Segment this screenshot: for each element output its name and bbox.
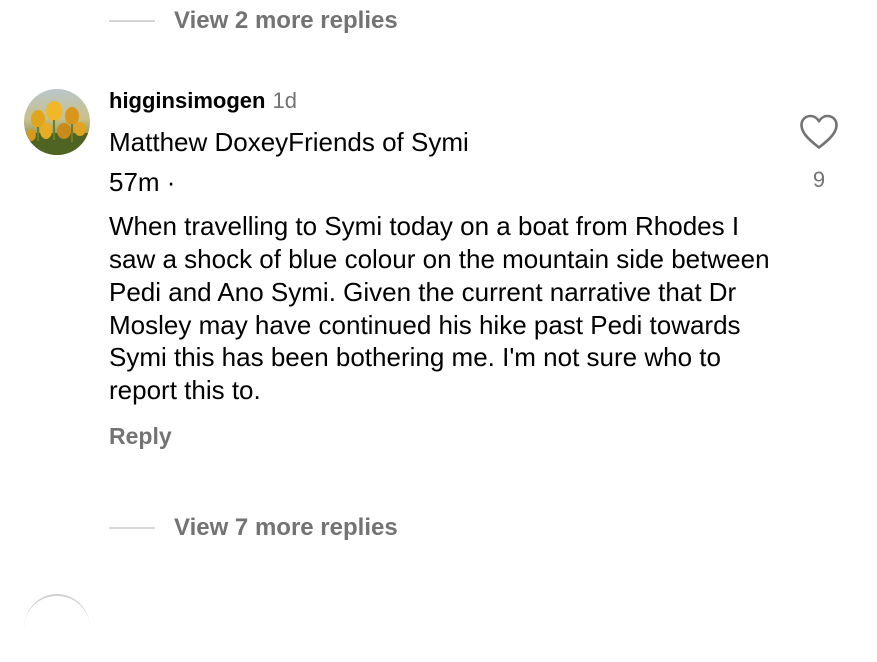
- view-more-replies-label[interactable]: View 2 more replies: [174, 7, 398, 35]
- next-comment-avatar[interactable]: [24, 594, 90, 662]
- view-more-replies-top[interactable]: View 2 more replies: [109, 7, 398, 35]
- comment-header: higginsimogen 1d: [109, 88, 789, 118]
- comment-text-paragraph: When travelling to Symi today on a boat …: [109, 211, 770, 405]
- tulip-field-avatar-icon: [24, 89, 90, 155]
- view-more-replies-bottom[interactable]: View 7 more replies: [109, 514, 398, 542]
- replies-divider-line: [109, 527, 155, 529]
- comment: higginsimogen 1d Matthew DoxeyFriends of…: [109, 88, 789, 450]
- replies-divider-line: [109, 20, 155, 22]
- avatar[interactable]: [24, 89, 90, 155]
- username[interactable]: higginsimogen: [109, 88, 265, 114]
- like-control: 9: [799, 114, 839, 193]
- comment-timestamp: 1d: [272, 88, 297, 113]
- heart-outline-icon[interactable]: [799, 114, 839, 150]
- comment-text-line: 57m ·: [109, 166, 176, 197]
- like-count: 9: [812, 167, 826, 192]
- view-more-replies-label[interactable]: View 7 more replies: [174, 514, 398, 542]
- comment-text-line: Matthew DoxeyFriends of Symi: [109, 127, 469, 157]
- reply-button[interactable]: Reply: [109, 423, 172, 450]
